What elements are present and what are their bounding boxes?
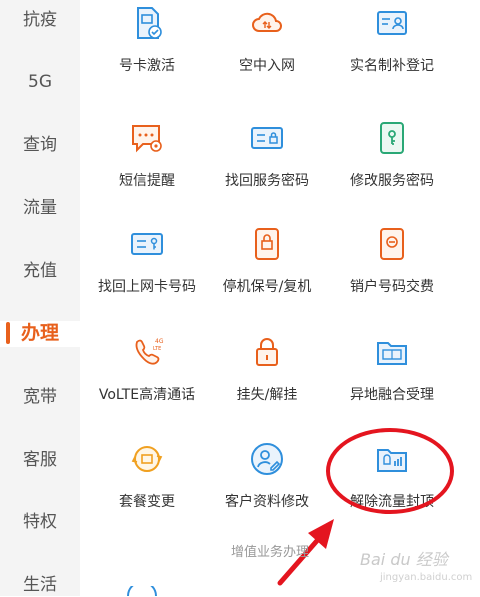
section-header: 增值业务办理 xyxy=(230,545,309,560)
sms-gear-icon xyxy=(132,125,162,153)
tile-label: 异地融合受理 xyxy=(350,387,434,403)
baidu-watermark: Bai du 经验 xyxy=(360,550,448,569)
phone-lock-icon xyxy=(255,228,279,260)
tile-air-network[interactable]: 空中入网 xyxy=(202,5,332,91)
highlight-ellipse xyxy=(326,428,454,514)
package-change-icon xyxy=(131,446,163,472)
tile-suspend-keep-number[interactable]: 停机保号/复机 xyxy=(202,226,332,312)
tile-remote-merge[interactable]: 异地融合受理 xyxy=(327,334,457,420)
sidebar-item-broadband[interactable]: 宽带 xyxy=(0,385,80,409)
id-card-icon xyxy=(377,11,407,35)
tile-sim-activation[interactable]: 号卡激活 xyxy=(82,5,212,91)
tile-label: 空中入网 xyxy=(239,58,295,74)
tile-volte-call[interactable]: 4G LTE VoLTE高清通话 xyxy=(82,334,212,420)
svg-text:4G: 4G xyxy=(155,338,164,345)
baidu-watermark-url: jingyan.baidu.com xyxy=(380,572,473,583)
tile-realname-register[interactable]: 实名制补登记 xyxy=(327,5,457,91)
category-sidebar: 抗疫 5G 查询 流量 充值 办理 宽带 客服 特权 生活 xyxy=(0,0,80,596)
key-phone-icon xyxy=(380,122,404,154)
tile-report-loss[interactable]: 挂失/解挂 xyxy=(202,334,332,420)
tile-package-change[interactable]: 套餐变更 xyxy=(82,441,212,527)
merge-folder-icon xyxy=(377,342,407,365)
sidebar-item-service[interactable]: 客服 xyxy=(0,448,80,472)
sidebar-item-query[interactable]: 查询 xyxy=(0,133,80,157)
next-row-icon xyxy=(127,586,157,596)
padlock-icon xyxy=(256,338,278,366)
sidebar-item-recharge[interactable]: 充值 xyxy=(0,259,80,283)
tile-recover-password[interactable]: 找回服务密码 xyxy=(202,120,332,206)
tile-label: 销户号码交费 xyxy=(350,279,434,295)
tile-label: 停机保号/复机 xyxy=(222,279,312,295)
tile-sms-reminder[interactable]: 短信提醒 xyxy=(82,120,212,206)
tile-cancelled-number-payment[interactable]: 销户号码交费 xyxy=(327,226,457,312)
cloud-icon xyxy=(252,12,282,32)
volte-phone-icon: 4G LTE xyxy=(135,338,164,365)
tile-change-password[interactable]: 修改服务密码 xyxy=(327,120,457,206)
password-card-icon xyxy=(251,127,283,149)
phone-cancel-icon xyxy=(380,228,404,260)
tile-recover-datacard-number[interactable]: 找回上网卡号码 xyxy=(82,226,212,312)
tile-label: 找回服务密码 xyxy=(225,173,309,189)
sidebar-item-handle-label: 办理 xyxy=(20,322,59,344)
tile-label: 挂失/解挂 xyxy=(236,387,298,403)
sidebar-item-5g[interactable]: 5G xyxy=(0,70,80,94)
card-key-icon xyxy=(131,233,163,255)
tile-label: 修改服务密码 xyxy=(350,173,434,189)
user-edit-icon xyxy=(251,443,283,475)
svg-text:LTE: LTE xyxy=(153,346,161,352)
tile-label: 实名制补登记 xyxy=(350,58,434,74)
sidebar-item-life[interactable]: 生活 xyxy=(0,573,80,597)
sidebar-item-privilege[interactable]: 特权 xyxy=(0,510,80,534)
sidebar-item-antiepidemic[interactable]: 抗疫 xyxy=(0,8,80,32)
sidebar-item-handle[interactable]: 办理 xyxy=(0,321,80,347)
sidebar-item-data[interactable]: 流量 xyxy=(0,196,80,220)
active-indicator xyxy=(6,322,10,344)
sim-card-icon xyxy=(137,7,162,39)
